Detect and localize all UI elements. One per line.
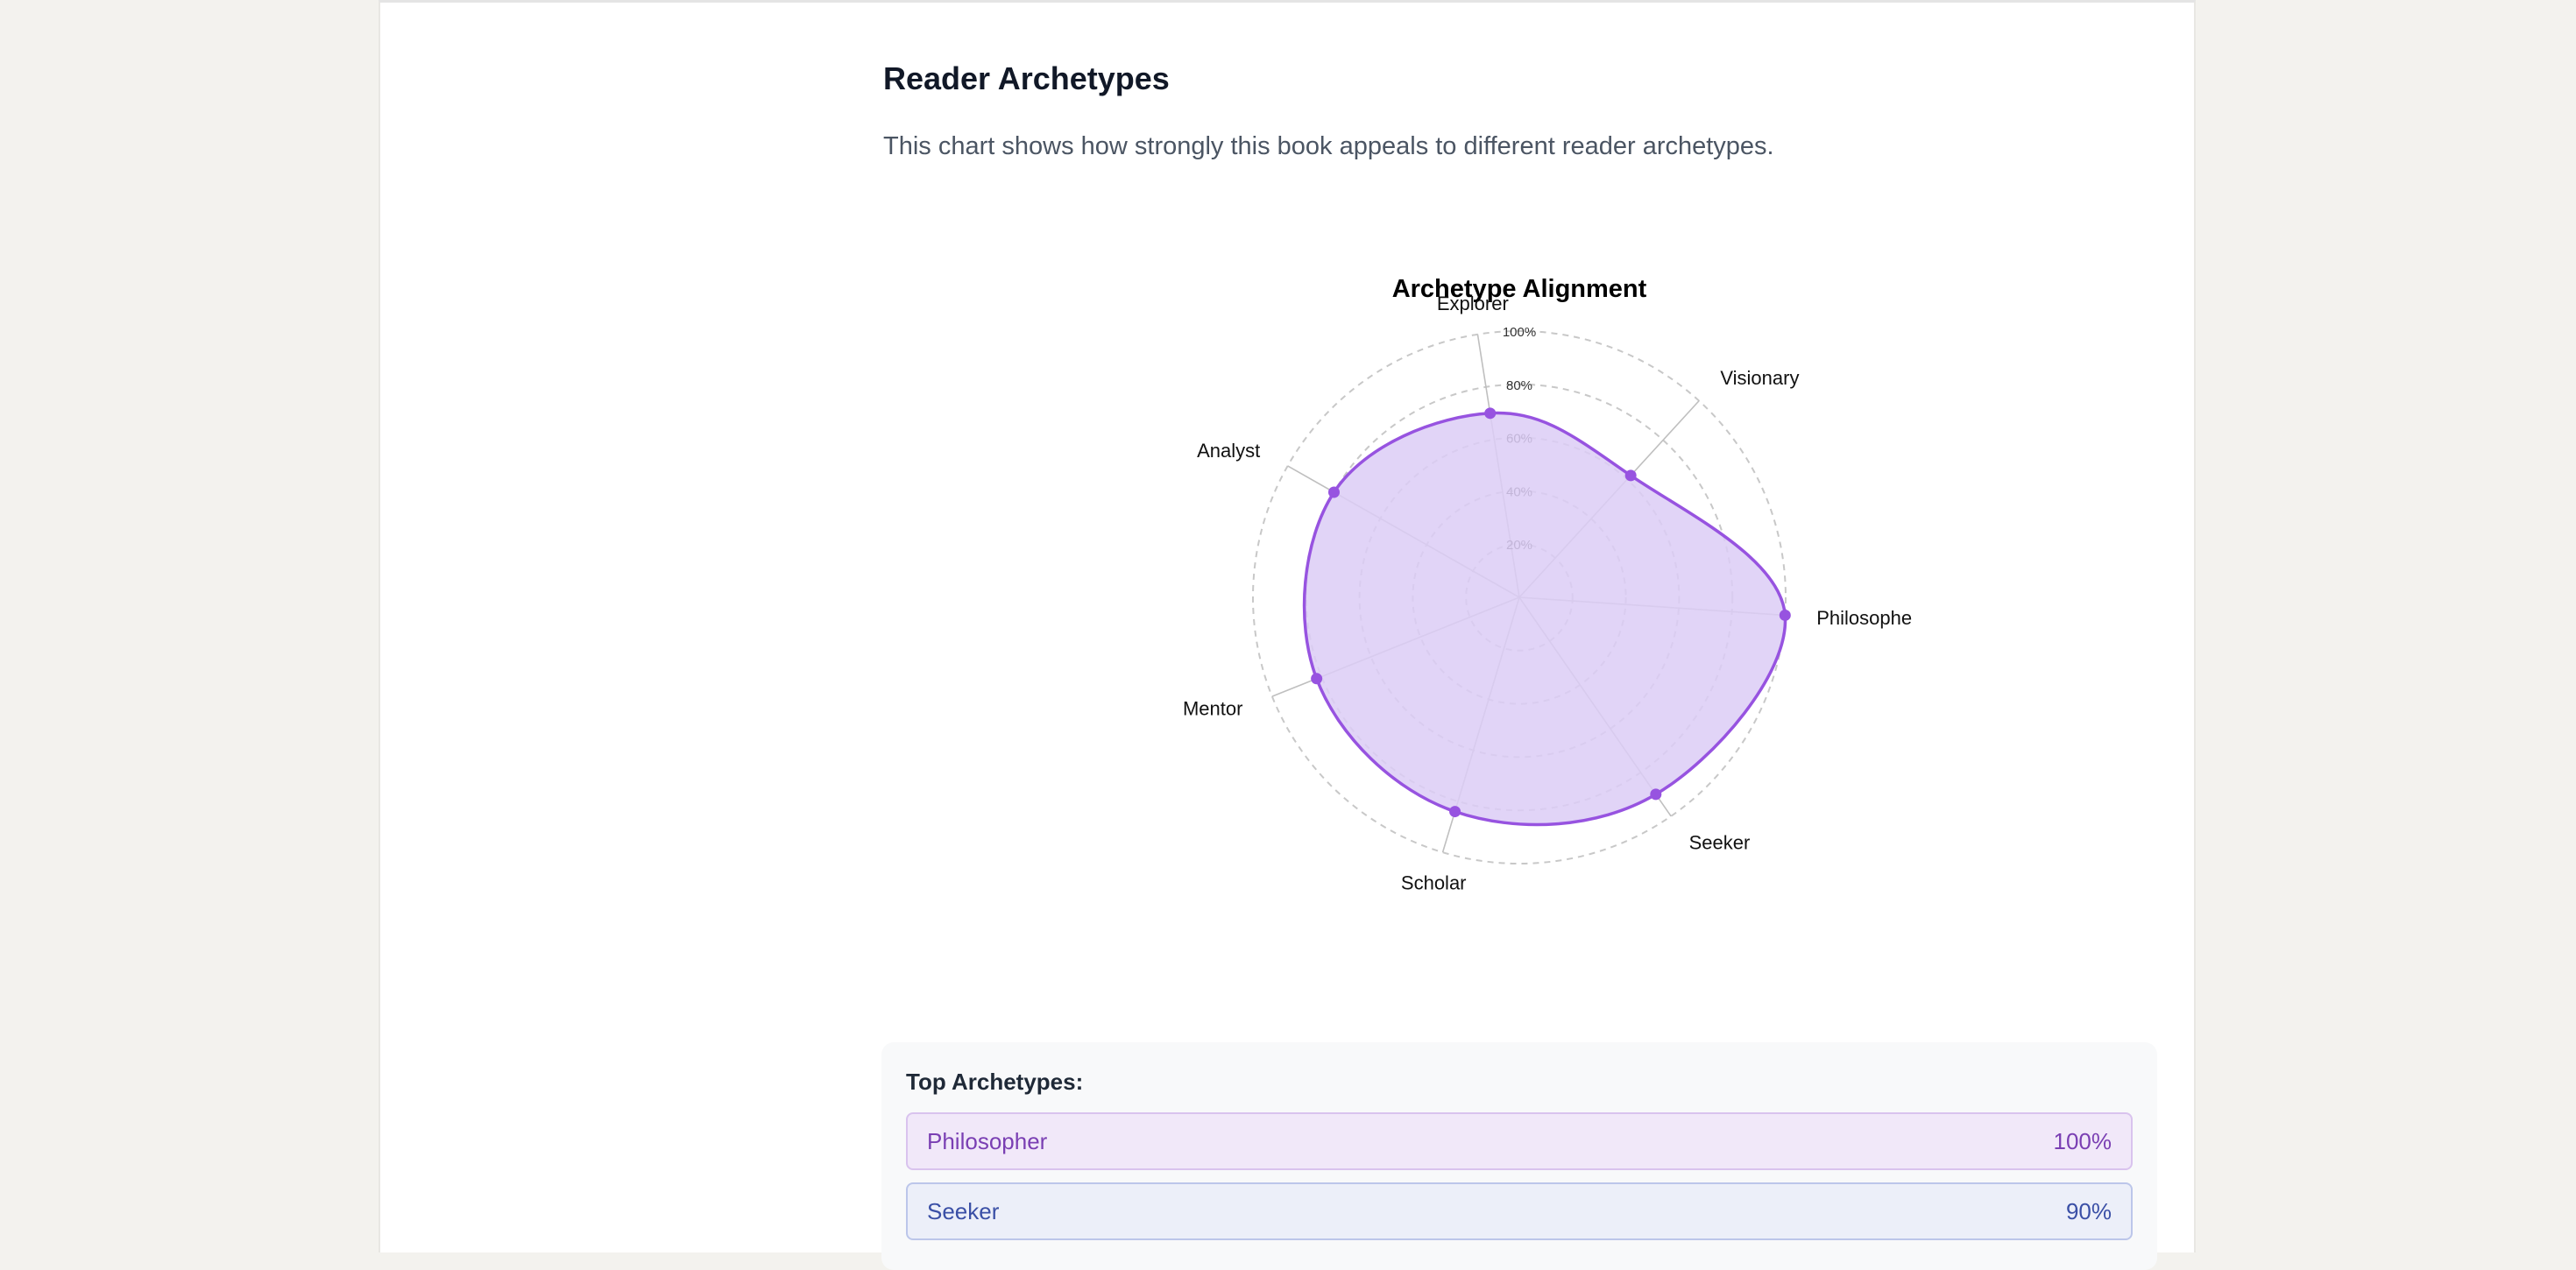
radar-data-point <box>1484 407 1497 420</box>
archetype-name: Philosopher <box>927 1127 1048 1154</box>
radar-data-point <box>1311 673 1323 685</box>
radar-tick-label: 100% <box>1503 325 1536 340</box>
radar-axis-label: Mentor <box>1183 698 1242 720</box>
radar-data-point <box>1449 806 1461 818</box>
radar-axis-label: Explorer <box>1437 293 1509 314</box>
radar-axis-label: Scholar <box>1401 872 1467 894</box>
radar-tick-label: 80% <box>1506 378 1532 393</box>
top-archetype-row[interactable]: Philosopher 100% <box>906 1112 2133 1170</box>
top-archetype-row[interactable]: Seeker 90% <box>906 1182 2133 1240</box>
radar-data-point <box>1779 609 1791 621</box>
radar-series-area <box>1302 411 1787 827</box>
radar-axis-label: Seeker <box>1689 831 1751 853</box>
archetype-name: Seeker <box>927 1197 1000 1224</box>
radar-series <box>1302 411 1787 827</box>
radar-axis-label: Analyst <box>1197 440 1260 462</box>
radar-data-point <box>1327 486 1340 498</box>
section-title: Reader Archetypes <box>883 60 1170 96</box>
top-archetypes-heading: Top Archetypes: <box>906 1069 1084 1095</box>
top-archetypes-panel: Top Archetypes: Philosopher 100% Seeker … <box>881 1042 2157 1270</box>
radar-data-point <box>1650 788 1662 801</box>
archetype-percent: 100% <box>2053 1127 2112 1154</box>
chart-title: Archetype Alignment <box>1392 275 1647 303</box>
section-description: This chart shows how strongly this book … <box>883 132 1774 160</box>
archetype-radar-chart: Archetype Alignment 20%40%60%80%100% Exp… <box>1183 275 1912 894</box>
archetype-percent: 90% <box>2065 1197 2112 1224</box>
radar-axis-label: Visionary <box>1720 367 1799 389</box>
radar-axis-label: Philosophe <box>1816 607 1912 629</box>
radar-data-point <box>1624 469 1637 482</box>
